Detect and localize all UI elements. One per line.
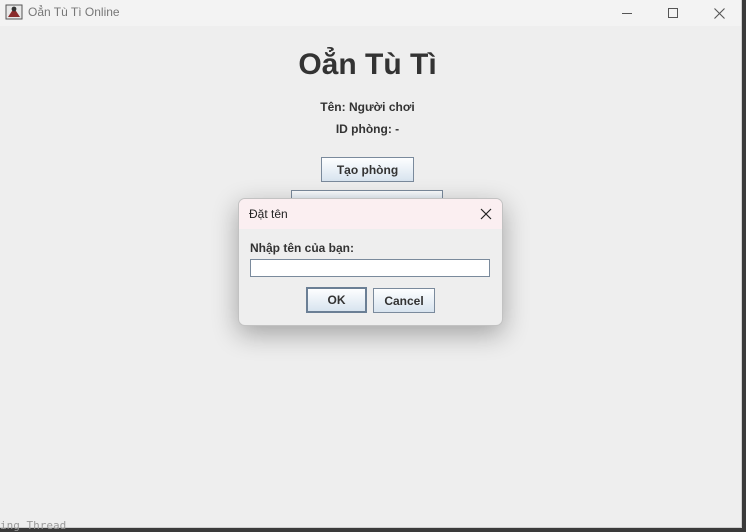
name-input[interactable] xyxy=(250,259,490,277)
create-room-button[interactable]: Tạo phòng xyxy=(321,157,414,182)
window-titlebar[interactable]: Oẳn Tù Tì Online xyxy=(0,0,741,26)
close-icon xyxy=(713,7,725,19)
player-name-label: Tên: Người chơi xyxy=(320,100,415,114)
dialog-titlebar[interactable]: Đặt tên xyxy=(239,199,502,229)
dialog-title: Đặt tên xyxy=(249,207,288,221)
room-id-label: ID phòng: - xyxy=(335,122,400,136)
window-title: Oẳn Tù Tì Online xyxy=(28,5,120,19)
minimize-button[interactable] xyxy=(604,0,650,26)
close-icon[interactable] xyxy=(479,207,493,221)
maximize-icon xyxy=(668,8,678,18)
close-button[interactable] xyxy=(696,0,742,26)
cancel-button[interactable]: Cancel xyxy=(373,288,435,313)
set-name-dialog: Đặt tên Nhập tên của bạn: OK Cancel xyxy=(238,198,503,326)
maximize-button[interactable] xyxy=(650,0,696,26)
minimize-icon xyxy=(622,13,632,14)
page-title: Oẳn Tù Tì xyxy=(298,48,437,81)
ok-button[interactable]: OK xyxy=(306,287,367,313)
console-text: ing Thread xyxy=(0,519,67,532)
name-prompt-label: Nhập tên của bạn: xyxy=(250,241,355,255)
app-icon xyxy=(5,4,23,20)
